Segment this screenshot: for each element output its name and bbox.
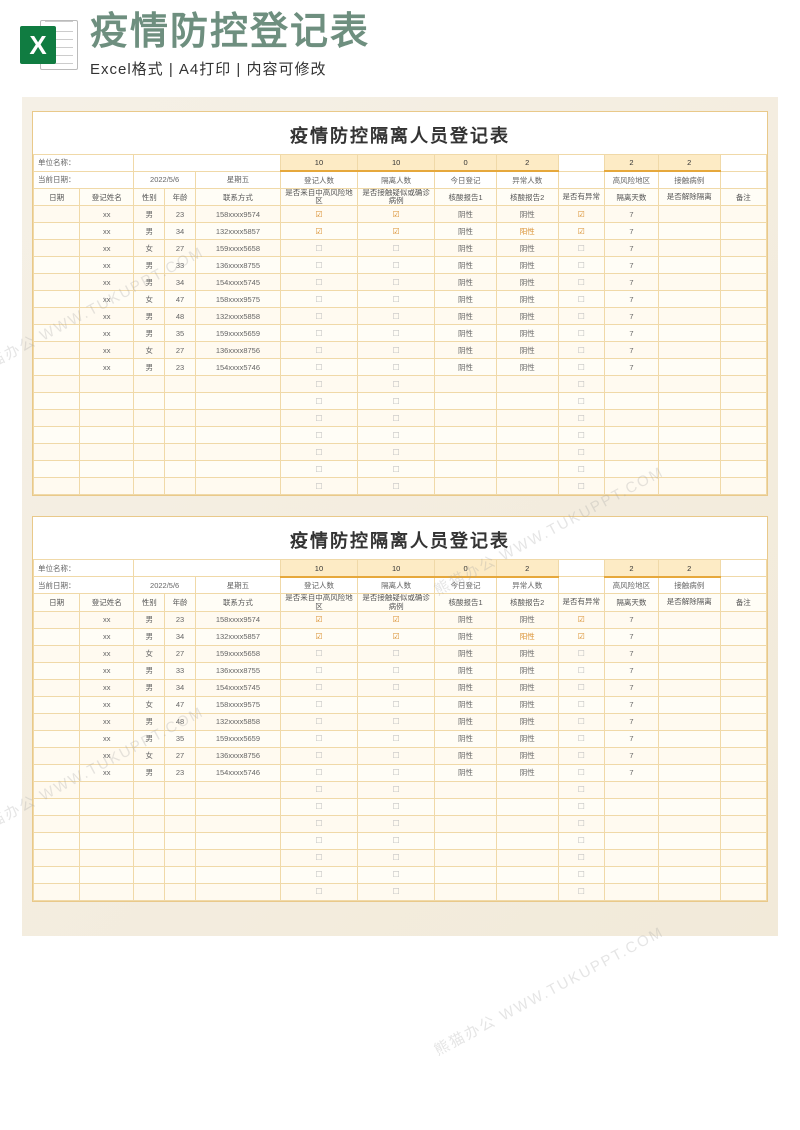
table-row-empty: ☐☐ ☐ bbox=[34, 376, 767, 393]
table-row: xx男23154xxxx5746 ☐☐ 阴性阴性 ☐7 bbox=[34, 359, 767, 376]
table-row: xx男23158xxxx9574 ☑☑ 阴性阴性 ☑7 bbox=[34, 206, 767, 223]
sheet-title: 疫情防控隔离人员登记表 bbox=[33, 112, 767, 154]
table-row: xx女47158xxxx9575 ☐☐ 阴性阴性 ☐7 bbox=[34, 291, 767, 308]
sub-title: Excel格式 | A4打印 | 内容可修改 bbox=[90, 58, 780, 79]
table-row-empty: ☐☐ ☐ bbox=[34, 883, 767, 900]
table-row: xx女27136xxxx8756 ☐☐ 阴性阴性 ☐7 bbox=[34, 747, 767, 764]
table-row-empty: ☐☐ ☐ bbox=[34, 832, 767, 849]
date-row: 当前日期： 2022/5/6 星期五 登记人数 隔离人数 今日登记 异常人数 高… bbox=[34, 577, 767, 594]
table-row: xx女27136xxxx8756 ☐☐ 阴性阴性 ☐7 bbox=[34, 342, 767, 359]
header-row: 日期登记姓名性别 年龄联系方式 是否来自中高风险地区 是否接触疑似或确诊病例 核… bbox=[34, 188, 767, 206]
table-row-empty: ☐☐ ☐ bbox=[34, 849, 767, 866]
table-row-empty: ☐☐ ☐ bbox=[34, 478, 767, 495]
table-row-empty: ☐☐ ☐ bbox=[34, 798, 767, 815]
table-row-empty: ☐☐ ☐ bbox=[34, 461, 767, 478]
registration-table: 单位名称： 10 10 0 2 2 2 当前日期： 2022/5/6 星期五 登… bbox=[33, 154, 767, 496]
table-row-empty: ☐☐ ☐ bbox=[34, 781, 767, 798]
table-row: xx男23154xxxx5746 ☐☐ 阴性阴性 ☐7 bbox=[34, 764, 767, 781]
table-row-empty: ☐☐ ☐ bbox=[34, 393, 767, 410]
table-row: xx男33136xxxx8755 ☐☐ 阴性阴性 ☐7 bbox=[34, 662, 767, 679]
table-row: xx女47158xxxx9575 ☐☐ 阴性阴性 ☐7 bbox=[34, 696, 767, 713]
header-row: 日期登记姓名性别 年龄联系方式 是否来自中高风险地区 是否接触疑似或确诊病例 核… bbox=[34, 594, 767, 612]
preview-area: 疫情防控隔离人员登记表 单位名称： 10 10 0 2 2 2 当 bbox=[22, 97, 778, 936]
table-row: xx男34154xxxx5745 ☐☐ 阴性阴性 ☐7 bbox=[34, 679, 767, 696]
table-row: xx男35159xxxx5659 ☐☐ 阴性阴性 ☐7 bbox=[34, 325, 767, 342]
table-row: xx男35159xxxx5659 ☐☐ 阴性阴性 ☐7 bbox=[34, 730, 767, 747]
table-row: xx女27159xxxx5658 ☐☐ 阴性阴性 ☐7 bbox=[34, 240, 767, 257]
sheet-title: 疫情防控隔离人员登记表 bbox=[33, 517, 767, 559]
watermark: 熊猫办公 WWW.TUKUPPT.COM bbox=[430, 921, 667, 1060]
table-row-empty: ☐☐ ☐ bbox=[34, 444, 767, 461]
table-row: xx男23158xxxx9574 ☑☑ 阴性阴性 ☑7 bbox=[34, 611, 767, 628]
table-row: xx男48132xxxx5858 ☐☐ 阴性阴性 ☐7 bbox=[34, 308, 767, 325]
table-row-empty: ☐☐ ☐ bbox=[34, 427, 767, 444]
unit-row: 单位名称： 10 10 0 2 2 2 bbox=[34, 154, 767, 171]
table-row-empty: ☐☐ ☐ bbox=[34, 410, 767, 427]
table-row: xx男33136xxxx8755 ☐☐ 阴性阴性 ☐7 bbox=[34, 257, 767, 274]
table-row: xx男34132xxxx5857 ☑☑ 阴性阳性 ☑7 bbox=[34, 628, 767, 645]
table-row-empty: ☐☐ ☐ bbox=[34, 815, 767, 832]
table-row-empty: ☐☐ ☐ bbox=[34, 866, 767, 883]
spreadsheet: 疫情防控隔离人员登记表 单位名称： 10 10 0 2 2 2 当 bbox=[32, 516, 768, 902]
spreadsheet: 疫情防控隔离人员登记表 单位名称： 10 10 0 2 2 2 当 bbox=[32, 111, 768, 497]
registration-table: 单位名称： 10 10 0 2 2 2 当前日期： 2022/5/6 星期五 登… bbox=[33, 559, 767, 901]
template-header: X 疫情防控登记表 Excel格式 | A4打印 | 内容可修改 bbox=[0, 0, 800, 83]
table-row: xx男34132xxxx5857 ☑☑ 阴性阳性 ☑7 bbox=[34, 223, 767, 240]
table-row: xx女27159xxxx5658 ☐☐ 阴性阴性 ☐7 bbox=[34, 645, 767, 662]
date-row: 当前日期： 2022/5/6 星期五 登记人数 隔离人数 今日登记 异常人数 高… bbox=[34, 171, 767, 188]
unit-row: 单位名称： 10 10 0 2 2 2 bbox=[34, 560, 767, 577]
excel-x-glyph: X bbox=[20, 26, 56, 64]
excel-icon: X bbox=[20, 16, 78, 74]
main-title: 疫情防控登记表 bbox=[90, 12, 780, 54]
table-row: xx男34154xxxx5745 ☐☐ 阴性阴性 ☐7 bbox=[34, 274, 767, 291]
table-row: xx男48132xxxx5858 ☐☐ 阴性阴性 ☐7 bbox=[34, 713, 767, 730]
